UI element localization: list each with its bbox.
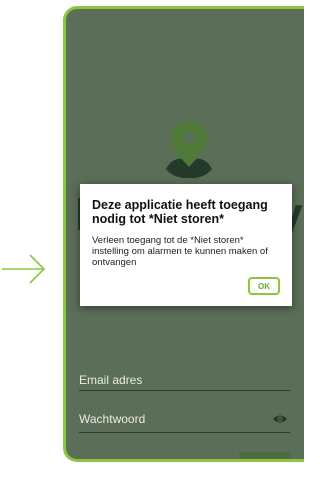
permission-dialog: Deze applicatie heeft toegang nodig tot … (80, 184, 292, 306)
ok-button[interactable]: OK (248, 277, 280, 295)
email-field[interactable]: Email adres (79, 373, 142, 387)
arrow-right-icon (2, 254, 46, 284)
dialog-message: Verleen toegang tot de *Niet storen* ins… (92, 235, 268, 268)
email-field-underline (79, 390, 290, 391)
password-field-underline (79, 432, 290, 433)
eye-icon[interactable] (272, 413, 288, 425)
password-field[interactable]: Wachtwoord (79, 412, 145, 426)
login-button[interactable]: INLOGGEN (239, 452, 291, 459)
dialog-title: Deze applicatie heeft toegang nodig tot … (92, 198, 268, 226)
location-pin-logo (166, 121, 212, 179)
